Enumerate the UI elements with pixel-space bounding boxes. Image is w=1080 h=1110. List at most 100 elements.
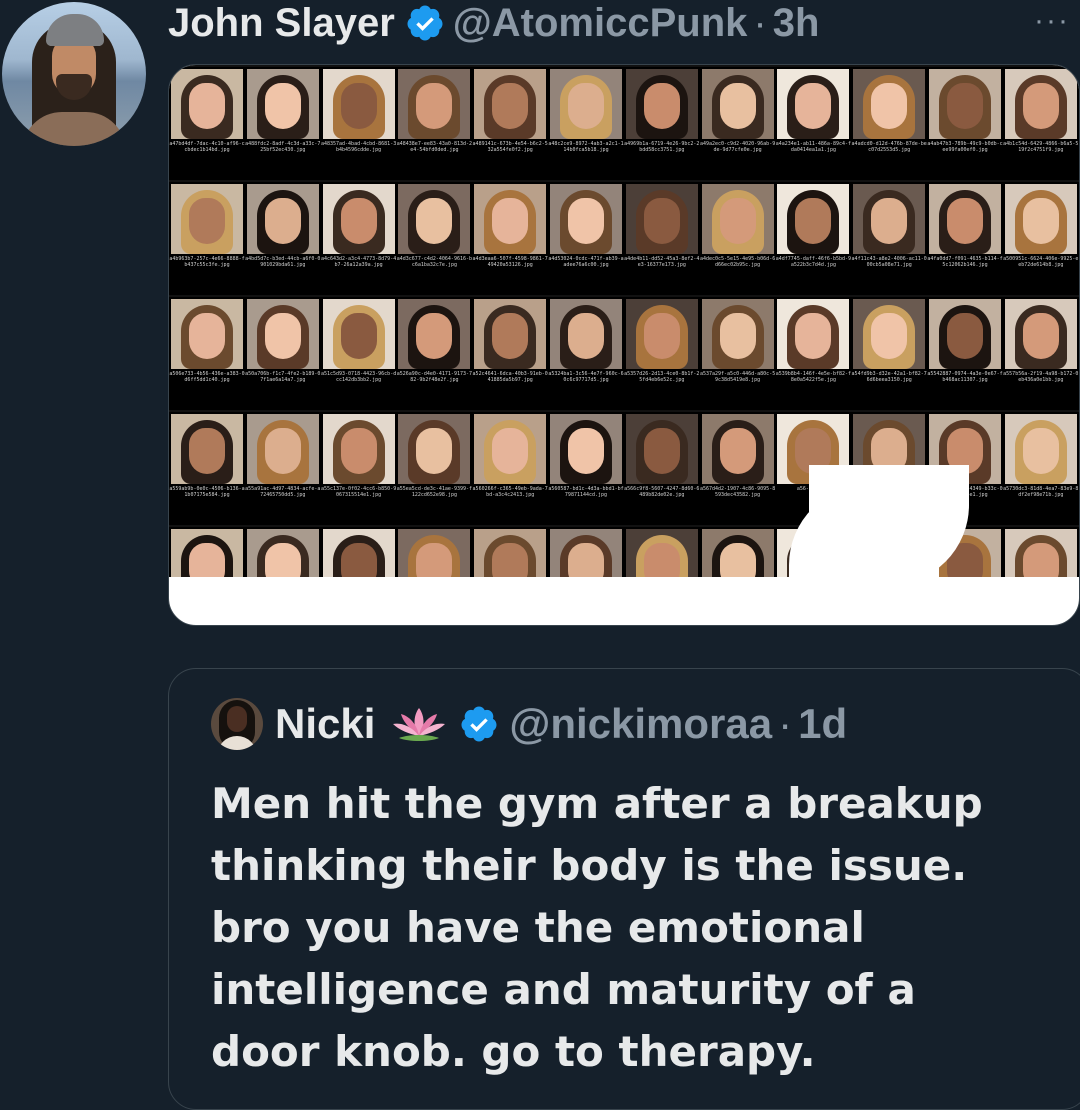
- photo-thumbnail: a48438e7-ee83-43a0-813d-2e4-54bfd0ded.jp…: [396, 67, 473, 180]
- face-photo: [171, 299, 243, 369]
- photo-thumbnail: a48357ad-4bad-4cbd-8681-3b4b4596cdde.jpg: [320, 67, 397, 180]
- face-photo: [1004, 414, 1077, 484]
- face-photo: [322, 529, 395, 577]
- photo-thumbnail: a4df7745-daff-46f6-b5bd-9a522b3c7d4d.jpg: [775, 182, 852, 295]
- photo-thumbnail: a49a2ec0-c9d2-4020-96ab-9de-9d77cfe0e.jp…: [699, 67, 776, 180]
- face-photo: [929, 299, 1001, 369]
- photo-thumbnail: a4dec0c5-5e15-4e95-b06d-6d66ec02b95c.jpg: [699, 182, 776, 295]
- verified-badge-icon[interactable]: [459, 704, 499, 744]
- photo-face: [416, 428, 453, 474]
- photo-filename: a557b56a-2f19-4a98-b172-0eb436a0e1bb.jpg: [1003, 371, 1079, 383]
- photo-thumbnail: a489141c-673b-4e54-b6c2-532a554fe0f2.jpg: [472, 67, 549, 180]
- face-photo: [398, 184, 471, 254]
- photo-face: [189, 543, 225, 577]
- face-photo: [171, 69, 243, 139]
- photo-thumbnail: [396, 527, 473, 577]
- author-avatar[interactable]: [2, 2, 146, 146]
- face-photo: [701, 69, 774, 139]
- photo-thumbnail: a4a234e1-ab11-486a-89c4-fda0414ea1a1.jpg: [775, 67, 852, 180]
- photo-thumbnail: a4f11c43-a8e2-4006-ac11-000cb5a08e71.jpg: [851, 182, 928, 295]
- photo-filename: a4fa0dd7-f091-4635-b114-f5c12062b146.jpg: [927, 256, 1003, 268]
- photo-face: [719, 198, 756, 244]
- photo-thumbnail: [169, 527, 245, 577]
- photo-face: [947, 198, 983, 244]
- face-photo: [398, 69, 471, 139]
- face-photo: [550, 69, 622, 139]
- avatar-face: [227, 706, 247, 732]
- photo-face: [189, 198, 225, 244]
- photo-filename: a4b963b7-257c-4e66-8888-fb437c55c3fe.jpg: [169, 256, 245, 268]
- photo-thumbnail: a506e733-4b56-436e-a383-0d6ff5dd1c40.jpg: [169, 297, 245, 410]
- face-photo: [171, 184, 243, 254]
- face-photo: [777, 184, 850, 254]
- quoted-author-display-name[interactable]: Nicki: [275, 700, 375, 748]
- photo-face: [492, 198, 529, 244]
- quoted-tweet-timestamp[interactable]: 1d: [798, 700, 847, 748]
- photo-face: [795, 198, 832, 244]
- photo-filename: a4969b1a-6719-4e26-9bc2-2bdd58cc3751.jpg: [624, 141, 700, 153]
- face-photo: [777, 69, 850, 139]
- photo-face: [1022, 543, 1059, 577]
- face-photo: [701, 414, 774, 484]
- photo-face: [643, 313, 680, 359]
- photo-thumbnail: a55a91ac-4d97-4834-acfe-a72465750dd5.jpg: [244, 412, 321, 525]
- photo-thumbnail: a557b56a-2f19-4a98-b172-0eb436a0e1bb.jpg: [1002, 297, 1079, 410]
- verified-badge-icon[interactable]: [405, 3, 445, 43]
- tweet-timestamp[interactable]: 3h: [773, 1, 820, 46]
- photo-thumbnail: a4bd5d7c-b3ed-44cb-a6f0-0901029bda61.jpg: [244, 182, 321, 295]
- photo-face: [719, 313, 756, 359]
- photo-face: [264, 313, 301, 359]
- photo-face: [719, 543, 756, 577]
- face-photo: [625, 299, 698, 369]
- photo-face: [568, 198, 604, 244]
- photo-filename: a4f11c43-a8e2-4006-ac11-000cb5a08e71.jpg: [851, 256, 927, 268]
- photo-filename: a49a2ec0-c9d2-4020-96ab-9de-9d77cfe0e.jp…: [699, 141, 776, 153]
- face-photo: [474, 299, 547, 369]
- face-photo: [246, 414, 319, 484]
- photo-filename: a489141c-673b-4e54-b6c2-532a554fe0f2.jpg: [472, 141, 548, 153]
- photo-thumbnail: a5324ba1-3c56-4e7f-960c-60c6c97717d5.jpg: [548, 297, 624, 410]
- photo-face: [568, 543, 604, 577]
- photo-thumbnail: a560587-bd1c-4d3a-bbd1-bf79871144cd.jpg: [548, 412, 624, 525]
- photo-thumbnail: a48c2ce9-8972-4ab3-a2c1-114b0fca5b18.jpg: [548, 67, 624, 180]
- photo-filename: a4dec0c5-5e15-4e95-b06d-6d66ec02b95c.jpg: [699, 256, 776, 268]
- photo-thumbnail: a4d3eaa6-507f-4598-9861-749420a53126.jpg: [472, 182, 549, 295]
- photo-filename: a4ab47b3-789b-49c9-b0db-cee99fa00ef0.jpg: [927, 141, 1003, 153]
- quoted-tweet[interactable]: Nicki @nickimoraa · 1d Men hit the gym a…: [168, 668, 1080, 1110]
- photo-face: [416, 83, 453, 129]
- photo-thumbnail: [472, 527, 549, 577]
- photo-thumbnail: a4969b1a-6719-4e26-9bc2-2bdd58cc3751.jpg: [623, 67, 700, 180]
- photo-filename: a537a29f-a5c0-446d-a80c-59c38d5419e8.jpg: [699, 371, 776, 383]
- author-handle[interactable]: @AtomiccPunk: [453, 1, 748, 46]
- face-photo: [550, 414, 622, 484]
- more-options-icon[interactable]: ···: [1034, 4, 1070, 38]
- photo-face: [719, 428, 756, 474]
- photo-thumbnail: a560266f-c365-49eb-9ada-7bd-a3c4c2413.jp…: [472, 412, 549, 525]
- tweet-media[interactable]: a47bd4df-7dac-4c10-af96-ccbdec1b14bd.jpg…: [168, 64, 1080, 626]
- author-display-name[interactable]: John Slayer: [168, 1, 395, 46]
- quoted-tweet-header: Nicki @nickimoraa · 1d: [211, 698, 847, 750]
- face-photo: [625, 69, 698, 139]
- quoted-author-avatar[interactable]: [211, 698, 263, 750]
- photo-filename: a488fdc2-8adf-4c3d-a33c-725bf52ec430.jpg: [245, 141, 321, 153]
- photo-filename: a48357ad-4bad-4cbd-8681-3b4b4596cdde.jpg: [320, 141, 397, 153]
- photo-thumbnail: a566c9f8-5607-4247-8d60-6489b82de02e.jpg: [623, 412, 700, 525]
- photo-filename: a560587-bd1c-4d3a-bbd1-bf79871144cd.jpg: [548, 486, 624, 498]
- photo-face: [492, 428, 529, 474]
- photo-thumbnail: a50a706b-f1c7-4fe2-b189-07f1ae6a14a7.jpg: [244, 297, 321, 410]
- photo-face: [568, 428, 604, 474]
- photo-face: [340, 83, 377, 129]
- photo-filename: a50a706b-f1c7-4fe2-b189-07f1ae6a14a7.jpg: [245, 371, 321, 383]
- photo-face: [416, 198, 453, 244]
- face-photo: [701, 184, 774, 254]
- photo-face: [947, 313, 983, 359]
- quoted-author-handle[interactable]: @nickimoraa: [509, 700, 772, 748]
- face-photo: [1004, 69, 1077, 139]
- photo-thumbnail: [623, 527, 700, 577]
- photo-filename: a5542887-0974-4a3e-0e67-fb468ac11307.jpg: [927, 371, 1003, 383]
- face-photo: [398, 529, 471, 577]
- photo-face: [871, 313, 908, 359]
- photo-face: [643, 83, 680, 129]
- photo-filename: a4b1c54d-6429-4866-b6a5-519f2c4751f9.jpg: [1003, 141, 1079, 153]
- photo-face: [340, 313, 377, 359]
